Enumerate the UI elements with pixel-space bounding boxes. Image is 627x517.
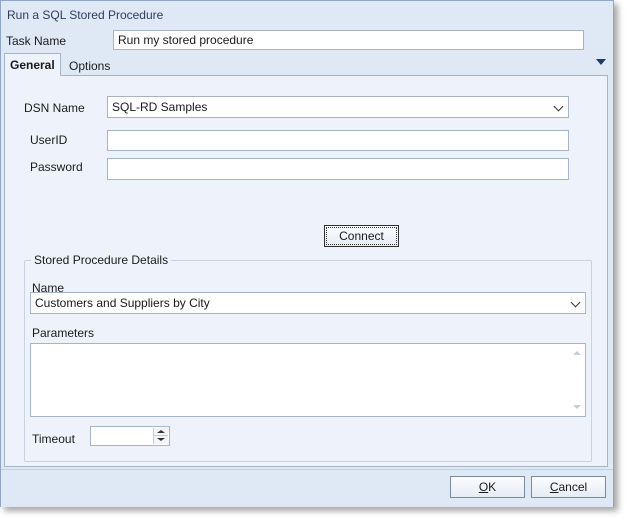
general-panel: DSN Name SQL-RD Samples UserID Password …: [4, 75, 608, 467]
parameters-textarea[interactable]: [30, 343, 586, 417]
dropdown-chevron-icon: [553, 101, 564, 112]
sp-name-value: Customers and Suppliers by City: [35, 296, 210, 310]
task-name-label: Task Name: [6, 34, 67, 48]
cancel-button[interactable]: Cancel: [531, 476, 606, 498]
scroll-up-icon[interactable]: [573, 351, 581, 355]
timeout-label: Timeout: [32, 432, 75, 446]
spin-up-icon[interactable]: [154, 428, 168, 436]
scroll-down-icon[interactable]: [573, 405, 581, 409]
ok-mnemonic: O: [478, 480, 489, 494]
dropdown-chevron-icon: [570, 297, 581, 308]
dialog-footer: OK Cancel: [1, 469, 613, 507]
tab-options[interactable]: Options: [63, 55, 116, 77]
parameters-scrollbar[interactable]: [569, 345, 584, 415]
connect-button[interactable]: Connect: [324, 225, 399, 247]
tab-general[interactable]: General: [4, 53, 61, 76]
title-bar[interactable]: Run a SQL Stored Procedure: [1, 1, 613, 29]
userid-label: UserID: [30, 133, 68, 147]
dialog-window: Run a SQL Stored Procedure Task Name Run…: [0, 0, 614, 507]
password-input[interactable]: [107, 158, 569, 180]
window-title: Run a SQL Stored Procedure: [7, 8, 164, 22]
dsn-name-select[interactable]: SQL-RD Samples: [107, 96, 569, 118]
group-title: Stored Procedure Details: [31, 253, 172, 267]
ok-button[interactable]: OK: [450, 476, 525, 498]
parameters-label: Parameters: [32, 326, 95, 340]
ok-label-rest: K: [488, 480, 497, 494]
timeout-spinner[interactable]: [90, 426, 170, 446]
dsn-name-label: DSN Name: [24, 101, 85, 115]
tab-strip: General Options: [1, 53, 613, 77]
password-label: Password: [30, 160, 83, 174]
cancel-label-rest: ancel: [558, 480, 588, 494]
dsn-name-value: SQL-RD Samples: [112, 100, 208, 114]
userid-input[interactable]: [107, 130, 569, 151]
sp-name-select[interactable]: Customers and Suppliers by City: [30, 292, 586, 314]
timeout-spin-buttons: [153, 428, 168, 444]
tab-menu-arrow-icon[interactable]: [596, 59, 606, 65]
task-name-input[interactable]: Run my stored procedure: [113, 30, 584, 50]
spin-down-icon[interactable]: [154, 436, 168, 444]
stored-procedure-details-group: Stored Procedure Details Name Customers …: [24, 253, 592, 462]
